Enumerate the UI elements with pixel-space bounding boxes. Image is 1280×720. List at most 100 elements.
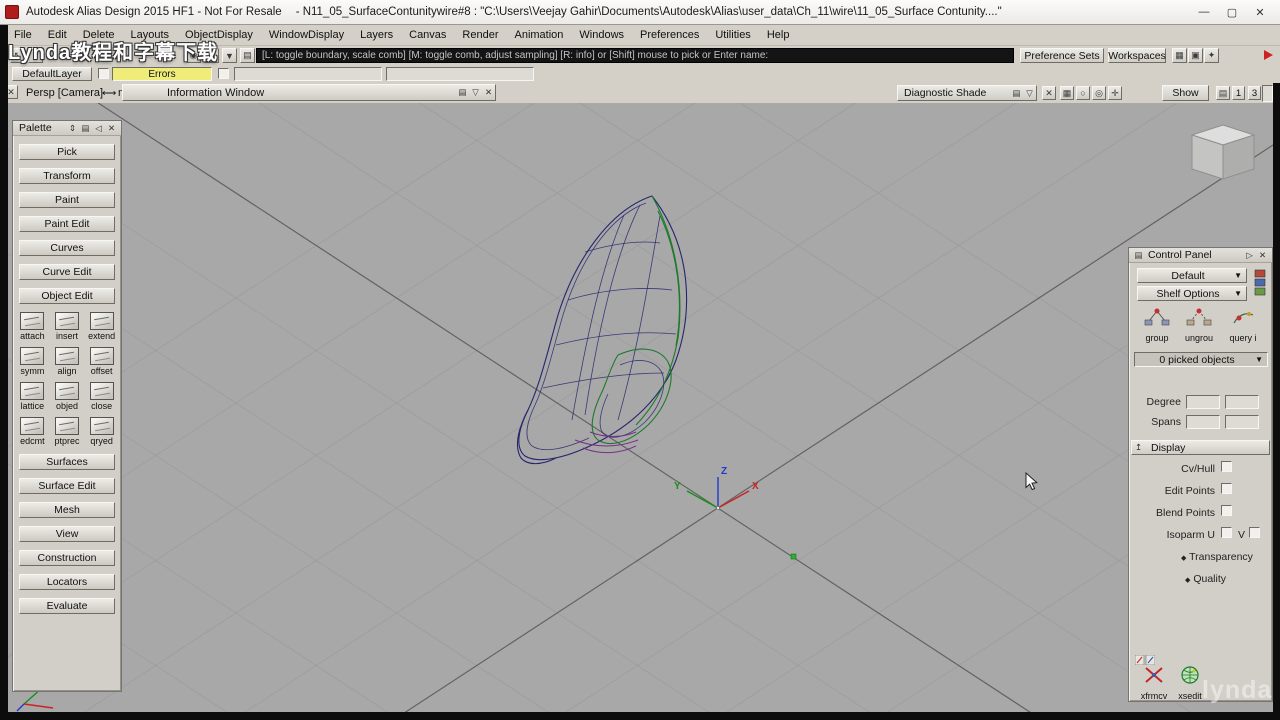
shelf-options-dropdown[interactable]: Shelf Options ▼ bbox=[1137, 286, 1247, 301]
palette-button-paint[interactable]: Paint bbox=[19, 192, 115, 208]
layout-grid-icon[interactable]: ▦ bbox=[1172, 48, 1187, 63]
menu-item-windowdisplay[interactable]: WindowDisplay bbox=[261, 29, 352, 41]
window-list-icon[interactable]: ▤ bbox=[1216, 86, 1230, 100]
prompt-input[interactable]: [L: toggle boundary, scale comb] [M: tog… bbox=[256, 48, 1014, 63]
workspaces-button[interactable]: Workspaces bbox=[1108, 48, 1166, 63]
palette-button-locators[interactable]: Locators bbox=[19, 574, 115, 590]
isoparm-v-checkbox[interactable] bbox=[1249, 527, 1260, 538]
header-scroll-strip[interactable] bbox=[1262, 85, 1273, 102]
palette-tool-objed[interactable]: objed bbox=[50, 382, 85, 411]
information-window-bar[interactable]: Information Window ▤ ▽ ✕ bbox=[122, 84, 496, 101]
preference-sets-button[interactable]: Preference Sets bbox=[1020, 48, 1104, 63]
palette-button-evaluate[interactable]: Evaluate bbox=[19, 598, 115, 614]
palette-tool-offset[interactable]: offset bbox=[84, 347, 119, 376]
menu-item-help[interactable]: Help bbox=[759, 29, 798, 41]
cp-close-icon[interactable]: ✕ bbox=[1256, 249, 1269, 261]
promptline-list-icon[interactable]: ▤ bbox=[240, 48, 255, 63]
palette-updown-icon[interactable]: ⇕ bbox=[66, 122, 79, 134]
shelf-tool-query[interactable]: query i bbox=[1225, 306, 1261, 343]
wireframe-model[interactable] bbox=[517, 195, 688, 465]
menu-item-render[interactable]: Render bbox=[454, 29, 506, 41]
shelf-tool-xfrmcv[interactable]: xfrmcv bbox=[1137, 664, 1171, 701]
lock-icon[interactable]: ▣ bbox=[1188, 48, 1203, 63]
palette-tool-symm[interactable]: symm bbox=[15, 347, 50, 376]
palette-button-curves[interactable]: Curves bbox=[19, 240, 115, 256]
info-close-icon[interactable]: ✕ bbox=[482, 87, 495, 99]
info-list-icon[interactable]: ▤ bbox=[456, 87, 469, 99]
shade-grid-icon[interactable]: ▦ bbox=[1060, 86, 1074, 100]
palette-tool-ptprec[interactable]: ptprec bbox=[50, 417, 85, 446]
blend-points-checkbox[interactable] bbox=[1221, 505, 1232, 516]
menu-item-preferences[interactable]: Preferences bbox=[632, 29, 707, 41]
palette-tool-qryed[interactable]: qryed bbox=[84, 417, 119, 446]
shade-circle-icon[interactable]: ○ bbox=[1076, 86, 1090, 100]
palette-button-transform[interactable]: Transform bbox=[19, 168, 115, 184]
palette-tool-close[interactable]: close bbox=[84, 382, 119, 411]
layer-checkbox[interactable] bbox=[98, 68, 109, 79]
left-right-icon[interactable]: ⟷ bbox=[102, 86, 116, 100]
menu-item-animation[interactable]: Animation bbox=[507, 29, 572, 41]
diagnostic-shade-bar[interactable]: Diagnostic Shade ▤ ▽ bbox=[897, 85, 1037, 101]
control-panel-header[interactable]: ▤ Control Panel ▷ ✕ bbox=[1129, 248, 1272, 263]
isoparm-u-checkbox[interactable] bbox=[1221, 527, 1232, 538]
errors-checkbox[interactable] bbox=[218, 68, 229, 79]
spans-u-input[interactable] bbox=[1186, 415, 1220, 429]
layer-field-2[interactable] bbox=[386, 67, 534, 81]
menu-item-utilities[interactable]: Utilities bbox=[707, 29, 758, 41]
diag-list-icon[interactable]: ▤ bbox=[1010, 87, 1023, 99]
menu-item-layers[interactable]: Layers bbox=[352, 29, 401, 41]
palette-tool-lattice[interactable]: lattice bbox=[15, 382, 50, 411]
pan-cross-icon[interactable]: ✛ bbox=[1108, 86, 1122, 100]
palette-tool-attach[interactable]: attach bbox=[15, 312, 50, 341]
edit-points-checkbox[interactable] bbox=[1221, 483, 1232, 494]
info-dropdown-icon[interactable]: ▽ bbox=[469, 87, 482, 99]
pane-number-left[interactable]: 1 bbox=[1232, 86, 1245, 100]
palette-button-paint-edit[interactable]: Paint Edit bbox=[19, 216, 115, 232]
maximize-button[interactable]: ▢ bbox=[1218, 2, 1246, 22]
minimize-button[interactable]: — bbox=[1190, 2, 1218, 22]
close-button[interactable]: ✕ bbox=[1246, 2, 1274, 22]
palette-tool-extend[interactable]: extend bbox=[84, 312, 119, 341]
degree-u-input[interactable] bbox=[1186, 395, 1220, 409]
default-layer-button[interactable]: DefaultLayer bbox=[12, 67, 92, 81]
quality-expander[interactable]: ◆ Quality bbox=[1185, 573, 1226, 585]
snap-dropdown-icon[interactable]: ▼ bbox=[222, 48, 237, 63]
palette-button-pick[interactable]: Pick bbox=[19, 144, 115, 160]
spans-v-input[interactable] bbox=[1225, 415, 1259, 429]
palette-header[interactable]: Palette ⇕ ▤ ◁ ✕ bbox=[13, 121, 121, 136]
palette-button-surfaces[interactable]: Surfaces bbox=[19, 454, 115, 470]
palette-tool-align[interactable]: align bbox=[50, 347, 85, 376]
cv-hull-checkbox[interactable] bbox=[1221, 461, 1232, 472]
diag-dropdown-icon[interactable]: ▽ bbox=[1023, 87, 1036, 99]
errors-field[interactable]: Errors bbox=[112, 67, 212, 81]
show-button[interactable]: Show bbox=[1162, 85, 1209, 101]
cp-expand-icon[interactable]: ▷ bbox=[1243, 249, 1256, 261]
palette-tool-edcmt[interactable]: edcmt bbox=[15, 417, 50, 446]
display-section-header[interactable]: ↥ Display bbox=[1131, 440, 1270, 455]
cp-list-icon[interactable]: ▤ bbox=[1132, 249, 1145, 261]
palette-button-surface-edit[interactable]: Surface Edit bbox=[19, 478, 115, 494]
layer-field-1[interactable] bbox=[234, 67, 382, 81]
diag-close-icon[interactable]: ✕ bbox=[1042, 86, 1056, 100]
shelf-tool-group[interactable]: group bbox=[1139, 306, 1175, 343]
palette-list-icon[interactable]: ▤ bbox=[79, 122, 92, 134]
perspective-viewport[interactable]: Z X Y bbox=[7, 0, 1274, 720]
view-cube[interactable] bbox=[1190, 124, 1256, 180]
cv-point-marker[interactable] bbox=[790, 553, 797, 560]
picked-objects-bar[interactable]: 0 picked objects ▼ bbox=[1134, 352, 1268, 367]
palette-collapse-icon[interactable]: ◁ bbox=[92, 122, 105, 134]
palette-close-icon[interactable]: ✕ bbox=[105, 122, 118, 134]
shade-target-icon[interactable]: ◎ bbox=[1092, 86, 1106, 100]
transparency-expander[interactable]: ◆ Transparency bbox=[1181, 551, 1253, 563]
shelf-tool-ungroup[interactable]: ungrou bbox=[1181, 306, 1217, 343]
preset-dropdown[interactable]: Default ▼ bbox=[1137, 268, 1247, 283]
palette-tool-insert[interactable]: insert bbox=[50, 312, 85, 341]
palette-button-object-edit[interactable]: Object Edit bbox=[19, 288, 115, 304]
palette-button-construction[interactable]: Construction bbox=[19, 550, 115, 566]
flyout-arrow-icon[interactable] bbox=[1264, 50, 1273, 60]
menu-item-windows[interactable]: Windows bbox=[571, 29, 632, 41]
palette-button-curve-edit[interactable]: Curve Edit bbox=[19, 264, 115, 280]
menu-item-canvas[interactable]: Canvas bbox=[401, 29, 454, 41]
palette-button-view[interactable]: View bbox=[19, 526, 115, 542]
pane-number-right[interactable]: 3 bbox=[1248, 86, 1261, 100]
